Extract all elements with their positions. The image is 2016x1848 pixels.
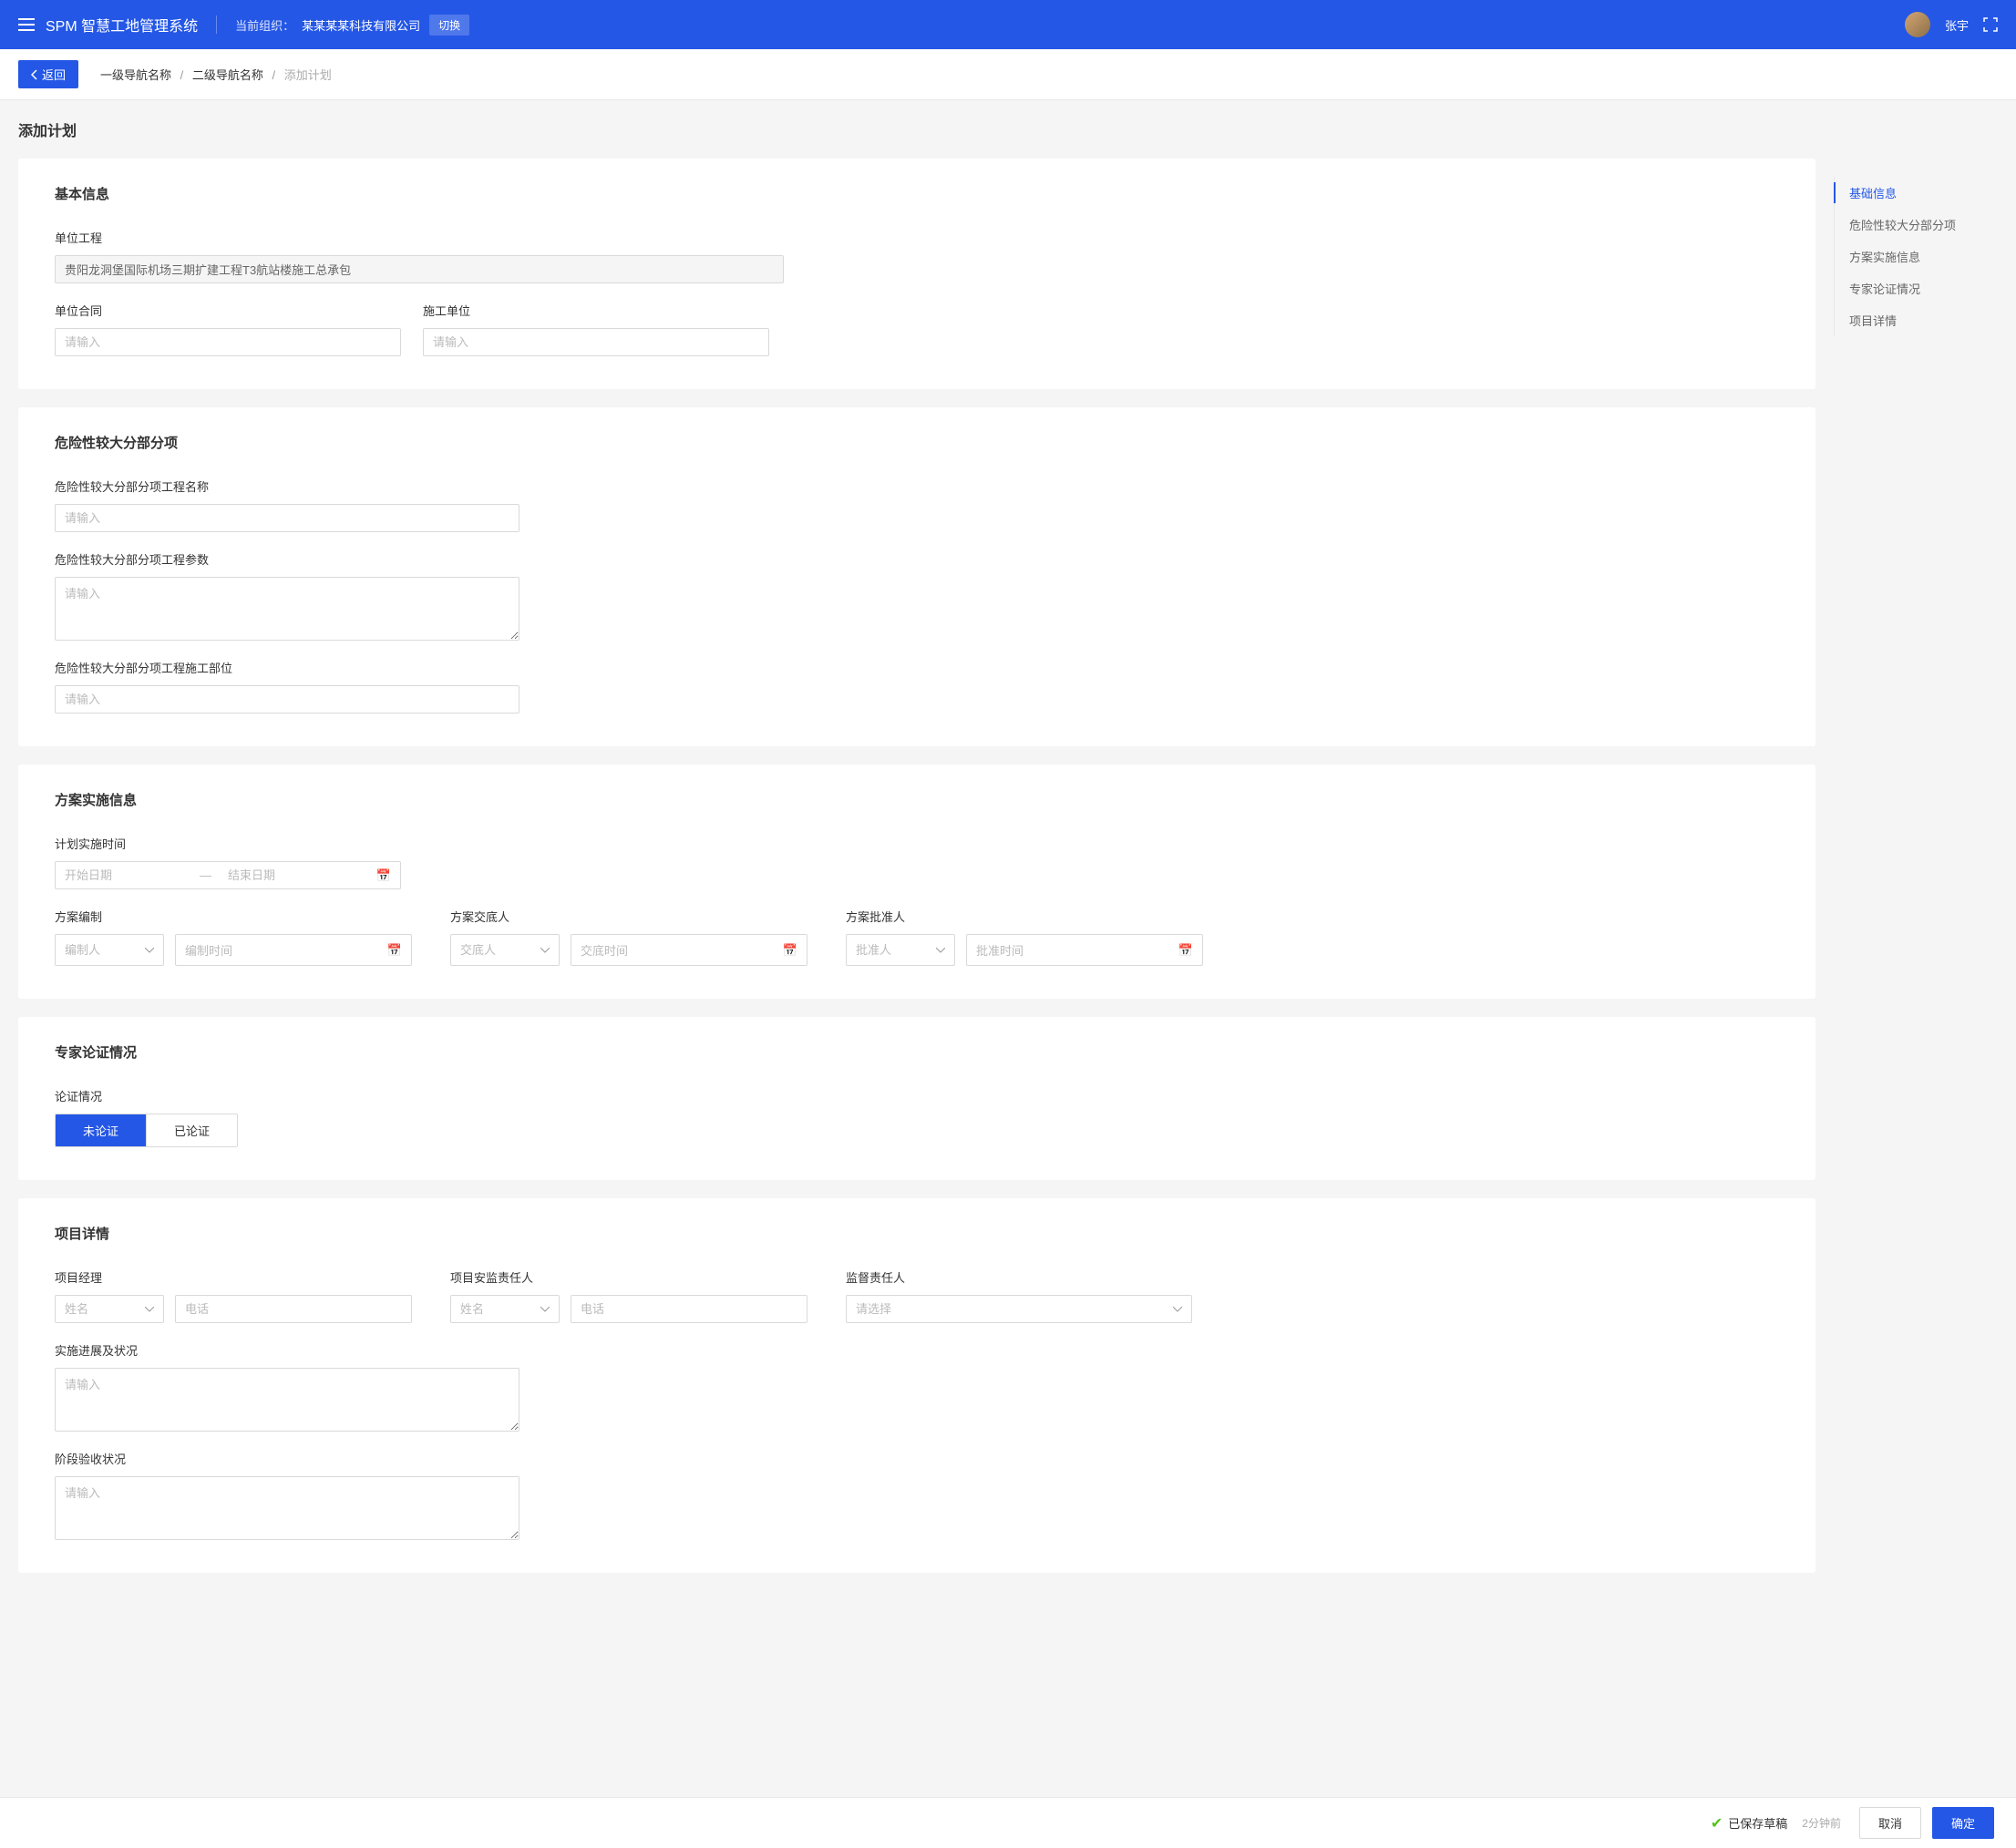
saved-label: 已保存草稿 — [1728, 1814, 1787, 1832]
section-plan: 方案实施信息 计划实施时间 — 📅 方案编制 — [18, 765, 1815, 999]
calendar-icon: 📅 — [1178, 943, 1193, 958]
sidebar-item-0[interactable]: 基础信息 — [1835, 177, 1998, 209]
section-title: 基本信息 — [18, 159, 1815, 221]
textarea-progress[interactable] — [55, 1368, 519, 1432]
input-danger-name[interactable] — [55, 504, 519, 532]
select-safety-name[interactable]: 姓名 — [450, 1295, 560, 1323]
label-safety: 项目安监责任人 — [450, 1268, 824, 1286]
calendar-icon: 📅 — [783, 943, 797, 958]
date-deliver-time[interactable]: 交底时间📅 — [571, 934, 807, 966]
label-danger-name: 危险性较大分部分项工程名称 — [55, 477, 519, 495]
start-date-input[interactable] — [65, 868, 183, 882]
select-pm-name[interactable]: 姓名 — [55, 1295, 164, 1323]
avatar[interactable] — [1905, 12, 1930, 37]
confirm-button[interactable]: 确定 — [1932, 1807, 1994, 1839]
breadcrumb-current: 添加计划 — [284, 68, 332, 82]
sidebar-item-1[interactable]: 危险性较大分部分项 — [1835, 209, 1998, 241]
section-title: 方案实施信息 — [18, 765, 1815, 827]
select-approve-person[interactable]: 批准人 — [846, 934, 955, 966]
label-danger-location: 危险性较大分部分项工程施工部位 — [55, 659, 519, 676]
sidebar-item-4[interactable]: 项目详情 — [1835, 304, 1998, 336]
section-title: 项目详情 — [18, 1198, 1815, 1261]
label-plan-time: 计划实施时间 — [55, 835, 401, 852]
select-edit-person[interactable]: 编制人 — [55, 934, 164, 966]
sidebar-item-3[interactable]: 专家论证情况 — [1835, 272, 1998, 304]
back-button[interactable]: 返回 — [18, 60, 78, 88]
input-unit-contract[interactable] — [55, 328, 401, 356]
label-construction-unit: 施工单位 — [423, 302, 769, 319]
divider — [216, 15, 217, 34]
label-plan-deliver: 方案交底人 — [450, 908, 824, 925]
textarea-danger-params[interactable] — [55, 577, 519, 641]
username: 张宇 — [1945, 16, 1969, 34]
cancel-button[interactable]: 取消 — [1859, 1807, 1921, 1839]
fullscreen-icon[interactable] — [1983, 17, 1998, 32]
date-range-plan[interactable]: — 📅 — [55, 861, 401, 889]
input-construction-unit[interactable] — [423, 328, 769, 356]
calendar-icon: 📅 — [387, 943, 402, 958]
chevron-left-icon — [31, 69, 38, 80]
input-pm-phone[interactable] — [175, 1295, 412, 1323]
saved-time: 2分钟前 — [1802, 1815, 1841, 1831]
org-name: 某某某某科技有限公司 — [302, 16, 420, 34]
date-approve-time[interactable]: 批准时间📅 — [966, 934, 1203, 966]
end-date-input[interactable] — [228, 868, 346, 882]
label-unit-project: 单位工程 — [55, 229, 784, 246]
breadcrumb-level2[interactable]: 二级导航名称 — [192, 68, 263, 82]
footer: ✔ 已保存草稿 2分钟前 取消 确定 — [0, 1797, 2016, 1848]
label-plan-edit: 方案编制 — [55, 908, 428, 925]
textarea-accept[interactable] — [55, 1476, 519, 1540]
menu-icon[interactable] — [18, 18, 35, 31]
label-progress: 实施进展及状况 — [55, 1341, 519, 1359]
option-not-verified[interactable]: 未论证 — [56, 1114, 146, 1146]
calendar-icon: 📅 — [376, 868, 391, 883]
select-deliver-person[interactable]: 交底人 — [450, 934, 560, 966]
sidebar-nav: 基础信息危险性较大分部分项方案实施信息专家论证情况项目详情 — [1834, 159, 1998, 336]
topbar: SPM 智慧工地管理系统 当前组织： 某某某某科技有限公司 切换 张宇 — [0, 0, 2016, 49]
app-name: SPM 智慧工地管理系统 — [46, 14, 198, 36]
section-title: 专家论证情况 — [18, 1017, 1815, 1080]
label-unit-contract: 单位合同 — [55, 302, 401, 319]
section-detail: 项目详情 项目经理 姓名 项目安监责任人 姓名 — [18, 1198, 1815, 1573]
label-accept: 阶段验收状况 — [55, 1450, 519, 1467]
label-pm: 项目经理 — [55, 1268, 428, 1286]
org-label: 当前组织： — [235, 16, 294, 34]
label-danger-params: 危险性较大分部分项工程参数 — [55, 550, 519, 568]
back-label: 返回 — [42, 66, 66, 83]
label-supervise: 监督责任人 — [846, 1268, 1192, 1286]
label-expert-status: 论证情况 — [55, 1087, 238, 1104]
option-verified[interactable]: 已论证 — [146, 1114, 237, 1146]
section-danger: 危险性较大分部分项 危险性较大分部分项工程名称 危险性较大分部分项工程参数 — [18, 407, 1815, 746]
secondary-bar: 返回 一级导航名称 / 二级导航名称 / 添加计划 — [0, 49, 2016, 100]
breadcrumb-level1[interactable]: 一级导航名称 — [100, 68, 171, 82]
select-supervise[interactable]: 请选择 — [846, 1295, 1192, 1323]
check-icon: ✔ — [1711, 1814, 1723, 1833]
input-unit-project — [55, 255, 784, 283]
date-edit-time[interactable]: 编制时间📅 — [175, 934, 412, 966]
label-plan-approve: 方案批准人 — [846, 908, 1219, 925]
segmented-expert-status: 未论证 已论证 — [55, 1114, 238, 1147]
sidebar-item-2[interactable]: 方案实施信息 — [1835, 241, 1998, 272]
switch-org-button[interactable]: 切换 — [429, 15, 469, 36]
section-basic: 基本信息 单位工程 单位合同 施工单位 — [18, 159, 1815, 389]
section-title: 危险性较大分部分项 — [18, 407, 1815, 470]
input-danger-location[interactable] — [55, 685, 519, 714]
breadcrumb: 一级导航名称 / 二级导航名称 / 添加计划 — [100, 66, 332, 83]
section-expert: 专家论证情况 论证情况 未论证 已论证 — [18, 1017, 1815, 1180]
input-safety-phone[interactable] — [571, 1295, 807, 1323]
page-title: 添加计划 — [0, 100, 2016, 159]
